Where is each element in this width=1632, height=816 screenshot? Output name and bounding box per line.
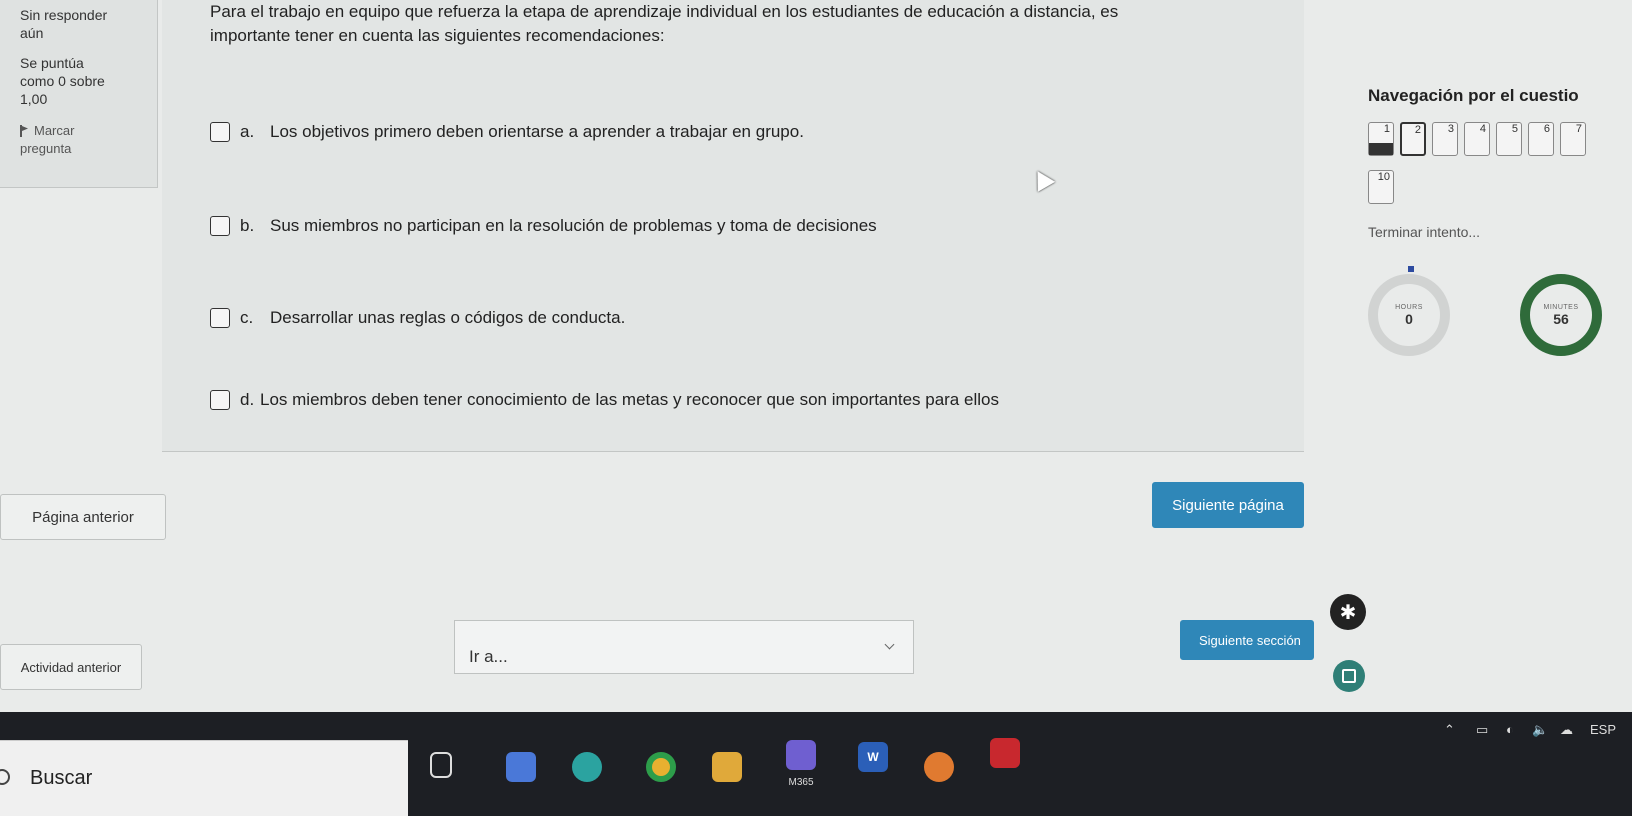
minutes-label: MINUTES xyxy=(1543,303,1579,311)
task-view-icon[interactable] xyxy=(430,752,452,778)
accessibility-icon[interactable]: ✱ xyxy=(1330,594,1366,630)
edge-icon[interactable] xyxy=(572,752,602,782)
timer-minutes-ring: MINUTES 56 xyxy=(1520,274,1602,356)
question-nav-6[interactable]: 6 xyxy=(1528,122,1554,156)
question-text: Para el trabajo en equipo que refuerza l… xyxy=(210,0,1290,48)
qnav-number: 2 xyxy=(1414,124,1421,136)
timer-hours-ring: HOURS 0 xyxy=(1368,274,1450,356)
state-line-2: aún xyxy=(20,25,44,41)
flag-icon xyxy=(20,125,28,137)
quiz-navigation: Navegación por el cuestio 1 2 3 4 5 6 7 … xyxy=(1368,86,1632,426)
option-letter: c. xyxy=(240,308,254,327)
accessibility-tools-icon[interactable] xyxy=(1333,660,1365,692)
qnav-number: 10 xyxy=(1377,171,1390,183)
question-nav-5[interactable]: 5 xyxy=(1496,122,1522,156)
next-section-label: Siguiente sección xyxy=(1199,632,1301,648)
m365-icon[interactable] xyxy=(786,740,816,770)
checkbox[interactable] xyxy=(210,308,230,328)
flag-label-2[interactable]: pregunta xyxy=(20,140,149,158)
search-label: Buscar xyxy=(30,767,93,789)
question-nav-10[interactable]: 10 xyxy=(1368,170,1394,204)
qnav-number: 7 xyxy=(1575,123,1582,135)
tray-chevron-up-icon[interactable]: ⌃ xyxy=(1444,722,1455,738)
question-nav-3[interactable]: 3 xyxy=(1432,122,1458,156)
question-nav-4[interactable]: 4 xyxy=(1464,122,1490,156)
volume-icon[interactable]: 🔈 xyxy=(1532,722,1548,738)
word-icon[interactable]: W xyxy=(858,742,888,772)
jump-to-value: Ir a... xyxy=(469,647,508,666)
chrome-icon[interactable] xyxy=(646,752,676,782)
taskbar-search[interactable]: Buscar xyxy=(0,740,408,816)
question-grade: Se puntúa como 0 sobre 1,00 xyxy=(20,54,149,108)
quiz-page: Sin responder aún Se puntúa como 0 sobre… xyxy=(0,0,1632,750)
network-icon[interactable]: ◐ xyxy=(1506,722,1514,737)
app-icon-1[interactable] xyxy=(506,752,536,782)
question-nav-1[interactable]: 1 xyxy=(1368,122,1394,156)
qnav-number: 5 xyxy=(1511,123,1518,135)
option-text: Los objetivos primero deben orientarse a… xyxy=(270,122,804,141)
answer-option-c[interactable]: c. Desarrollar unas reglas o códigos de … xyxy=(210,308,625,328)
cloud-icon: ☁ xyxy=(1560,722,1573,737)
mcafee-icon[interactable] xyxy=(990,738,1020,768)
previous-page-label: Página anterior xyxy=(32,508,134,526)
jump-to-select[interactable]: Ir a... xyxy=(454,620,914,674)
hours-label: HOURS xyxy=(1395,303,1423,311)
flag-question-link[interactable]: Marcar xyxy=(20,122,149,140)
option-text: Sus miembros no participan en la resoluc… xyxy=(270,216,877,235)
next-section-button[interactable]: Siguiente sección xyxy=(1180,620,1314,660)
previous-page-button[interactable]: Página anterior xyxy=(0,494,166,540)
answer-option-d[interactable]: d. Los miembros deben tener conocimiento… xyxy=(210,390,999,410)
checkbox[interactable] xyxy=(210,122,230,142)
battery-icon: ▭ xyxy=(1476,722,1489,737)
question-text-line-2: importante tener en cuenta las siguiente… xyxy=(210,26,665,45)
answer-option-b[interactable]: b. Sus miembros no participan en la reso… xyxy=(210,216,877,236)
word-letter: W xyxy=(867,750,879,764)
file-explorer-icon[interactable] xyxy=(712,752,742,782)
question-info: Sin responder aún Se puntúa como 0 sobre… xyxy=(0,0,158,188)
grade-line-1: Se puntúa xyxy=(20,55,84,71)
flag-label: Marcar xyxy=(34,123,75,138)
previous-activity-label: Actividad anterior xyxy=(20,659,122,675)
state-line-1: Sin responder xyxy=(20,7,108,23)
chevron-down-icon xyxy=(884,639,895,650)
search-icon xyxy=(0,769,10,785)
next-page-button[interactable]: Siguiente página xyxy=(1152,482,1304,528)
next-page-label: Siguiente página xyxy=(1172,496,1284,514)
language-indicator[interactable]: ESP xyxy=(1590,722,1616,737)
qnav-number: 6 xyxy=(1543,123,1550,135)
answer-option-a[interactable]: a. Los objetivos primero deben orientars… xyxy=(210,122,804,142)
m365-label: M365 xyxy=(788,776,814,788)
previous-activity-button[interactable]: Actividad anterior xyxy=(0,644,142,690)
navigation-title: Navegación por el cuestio xyxy=(1368,86,1579,105)
minutes-value: 56 xyxy=(1553,310,1569,327)
option-text: Desarrollar unas reglas o códigos de con… xyxy=(270,308,626,327)
question-nav-7[interactable]: 7 xyxy=(1560,122,1586,156)
option-text: Los miembros deben tener conocimiento de… xyxy=(260,390,999,409)
question-state: Sin responder aún xyxy=(20,6,149,42)
qnav-number: 1 xyxy=(1383,123,1390,135)
timer-marker xyxy=(1408,266,1414,272)
question-text-line-1: Para el trabajo en equipo que refuerza l… xyxy=(210,2,1119,21)
grade-line-2: como 0 sobre xyxy=(20,73,105,89)
option-letter: b. xyxy=(240,216,255,235)
question-content: Para el trabajo en equipo que refuerza l… xyxy=(162,0,1304,452)
hours-value: 0 xyxy=(1405,310,1413,327)
question-nav-2[interactable]: 2 xyxy=(1400,122,1426,156)
checkbox[interactable] xyxy=(210,390,230,410)
grade-line-3: 1,00 xyxy=(20,91,48,107)
qnav-number: 4 xyxy=(1479,123,1486,135)
finish-attempt-link[interactable]: Terminar intento... xyxy=(1368,224,1480,240)
checkbox[interactable] xyxy=(210,216,230,236)
tool-square xyxy=(1342,669,1356,683)
option-letter: a. xyxy=(240,122,255,141)
qnav-number: 3 xyxy=(1447,123,1454,135)
firefox-icon[interactable] xyxy=(924,752,954,782)
option-letter: d. xyxy=(240,390,255,409)
